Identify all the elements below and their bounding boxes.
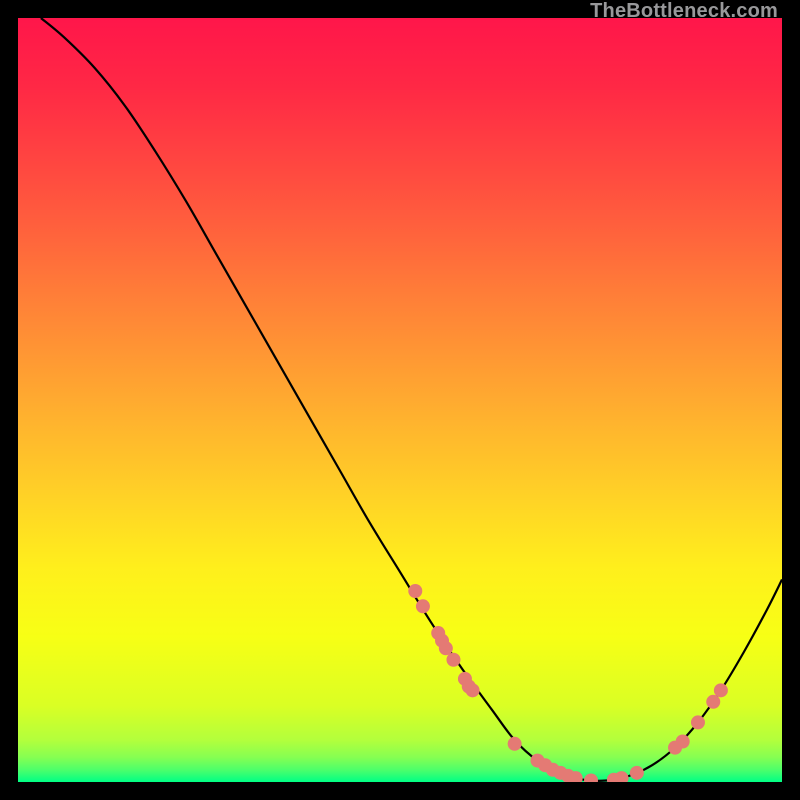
scatter-dot <box>439 641 453 655</box>
scatter-dot <box>691 715 705 729</box>
scatter-dot <box>706 695 720 709</box>
scatter-dot <box>630 766 644 780</box>
scatter-dot <box>416 599 430 613</box>
chart-area <box>18 18 782 782</box>
scatter-dot <box>466 683 480 697</box>
scatter-dot <box>676 735 690 749</box>
scatter-dot <box>408 584 422 598</box>
bottleneck-chart <box>18 18 782 782</box>
chart-background <box>18 18 782 782</box>
scatter-dot <box>714 683 728 697</box>
watermark-text: TheBottleneck.com <box>590 0 778 23</box>
scatter-dot <box>446 653 460 667</box>
scatter-dot <box>508 737 522 751</box>
